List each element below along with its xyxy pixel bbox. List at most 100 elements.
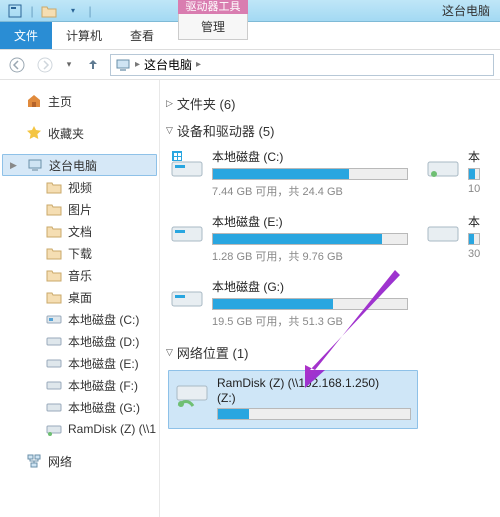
drive-partial-right-2[interactable]: 本 30 — [426, 213, 486, 264]
drive-g[interactable]: 本地磁盘 (G:) 19.5 GB 可用，共 51.3 GB — [170, 278, 408, 329]
sidebar-item-label: 文档 — [68, 223, 92, 240]
drive-stats: 1.28 GB 可用，共 9.76 GB — [212, 248, 408, 264]
sidebar-item-pictures[interactable]: 图片 — [0, 198, 159, 220]
disk-icon — [170, 213, 204, 247]
usage-bar-fill — [213, 169, 349, 179]
sidebar-item-documents[interactable]: 文档 — [0, 220, 159, 242]
sidebar-item-label: 网络 — [48, 453, 72, 470]
sidebar-item-label: 下载 — [68, 245, 92, 262]
drive-label: 本地磁盘 (G:) — [212, 278, 408, 295]
network-icon — [26, 453, 42, 469]
sidebar-item-disk-d[interactable]: 本地磁盘 (D:) — [0, 330, 159, 352]
tab-view[interactable]: 查看 — [116, 22, 168, 49]
qat-dropdown-icon[interactable]: ▾ — [64, 2, 82, 20]
section-folders[interactable]: ▷ 文件夹 (6) — [166, 94, 500, 113]
nav-up-icon[interactable] — [82, 54, 104, 76]
nav-back-icon[interactable] — [6, 54, 28, 76]
sidebar-item-favorites[interactable]: 收藏夹 — [0, 122, 159, 144]
section-label: 文件夹 (6) — [177, 94, 236, 113]
collapse-icon[interactable]: ▷ — [166, 98, 173, 109]
sidebar-item-network[interactable]: 网络 — [0, 450, 159, 472]
breadcrumb-sep-icon[interactable]: ▸ — [196, 59, 201, 70]
disk-icon — [46, 377, 62, 393]
sidebar-item-this-pc[interactable]: ▶ 这台电脑 — [2, 154, 157, 176]
sidebar-item-label: 图片 — [68, 201, 92, 218]
tab-file[interactable]: 文件 — [0, 22, 52, 49]
drive-partial-right-1[interactable]: 本 10 — [426, 148, 486, 199]
usage-bar — [468, 168, 480, 180]
sidebar-item-ramdisk[interactable]: RamDisk (Z) (\\1 — [0, 418, 159, 440]
sidebar-item-disk-c[interactable]: 本地磁盘 (C:) — [0, 308, 159, 330]
drive-label: 本地磁盘 (C:) — [212, 148, 408, 165]
sidebar-item-downloads[interactable]: 下载 — [0, 242, 159, 264]
navigation-pane: 主页 收藏夹 ▶ 这台电脑 视频 图片 文档 下载 音乐 桌面 本地磁盘 (C:… — [0, 80, 160, 517]
tab-computer[interactable]: 计算机 — [52, 22, 116, 49]
sidebar-item-disk-e[interactable]: 本地磁盘 (E:) — [0, 352, 159, 374]
disk-icon — [46, 333, 62, 349]
folder-icon — [46, 201, 62, 217]
sidebar-item-music[interactable]: 音乐 — [0, 264, 159, 286]
sidebar-item-disk-f[interactable]: 本地磁盘 (F:) — [0, 374, 159, 396]
title-bar: | ▾ | 这台电脑 — [0, 0, 500, 22]
disk-icon — [426, 148, 460, 182]
context-tab-header: 驱动器工具 — [178, 0, 248, 14]
usage-bar — [212, 168, 408, 180]
usage-bar — [468, 233, 480, 245]
collapse-icon[interactable]: ▽ — [166, 125, 173, 136]
breadcrumb-sep-icon[interactable]: ▸ — [135, 59, 140, 70]
expand-icon[interactable]: ▶ — [10, 160, 17, 171]
network-drive-ramdisk[interactable]: RamDisk (Z) (\\192.168.1.250) (Z:) — [168, 370, 418, 429]
drive-label: 本地磁盘 (E:) — [212, 213, 408, 230]
drive-e[interactable]: 本地磁盘 (E:) 1.28 GB 可用，共 9.76 GB — [170, 213, 408, 264]
sidebar-item-label: 这台电脑 — [49, 157, 97, 174]
disk-icon — [170, 148, 204, 182]
breadcrumb-location[interactable]: 这台电脑 — [144, 56, 192, 73]
disk-icon — [426, 213, 460, 247]
address-row: ▾ ▸ 这台电脑 ▸ — [0, 50, 500, 80]
sidebar-item-home[interactable]: 主页 — [0, 90, 159, 112]
section-network[interactable]: ▽ 网络位置 (1) — [166, 343, 500, 362]
sidebar-item-desktop[interactable]: 桌面 — [0, 286, 159, 308]
nav-history-dropdown-icon[interactable]: ▾ — [62, 54, 76, 76]
sidebar-item-label: 本地磁盘 (E:) — [68, 355, 139, 372]
tab-manage[interactable]: 管理 — [178, 14, 248, 40]
usage-bar-fill — [213, 299, 333, 309]
qat-separator: | — [30, 2, 34, 20]
usage-bar-fill — [213, 234, 382, 244]
content-area: ▷ 文件夹 (6) ▽ 设备和驱动器 (5) 本地磁盘 (C:) 7.44 GB… — [160, 80, 500, 517]
section-devices[interactable]: ▽ 设备和驱动器 (5) — [166, 121, 500, 140]
netdrive-icon — [46, 421, 62, 437]
sidebar-item-videos[interactable]: 视频 — [0, 176, 159, 198]
disk-icon — [170, 278, 204, 312]
sidebar-item-label: 主页 — [48, 93, 72, 110]
drive-stats: 30 — [468, 248, 486, 260]
netdrive-sub: (Z:) — [217, 391, 411, 405]
netdrive-label: RamDisk (Z) (\\192.168.1.250) — [217, 376, 411, 390]
nav-forward-icon[interactable] — [34, 54, 56, 76]
qat-folder-icon[interactable] — [40, 2, 58, 20]
qat-properties-icon[interactable] — [6, 2, 24, 20]
sidebar-item-label: RamDisk (Z) (\\1 — [68, 422, 156, 436]
pc-icon — [27, 157, 43, 173]
sidebar-item-label: 本地磁盘 (F:) — [68, 377, 138, 394]
sidebar-item-label: 本地磁盘 (C:) — [68, 311, 139, 328]
netdrive-icon — [175, 376, 209, 410]
address-bar[interactable]: ▸ 这台电脑 ▸ — [110, 54, 494, 76]
folder-icon — [46, 223, 62, 239]
disk-icon — [46, 355, 62, 371]
section-label: 网络位置 (1) — [177, 343, 249, 362]
folder-icon — [46, 179, 62, 195]
folder-icon — [46, 245, 62, 261]
qat-separator2: | — [88, 2, 92, 20]
drive-c[interactable]: 本地磁盘 (C:) 7.44 GB 可用，共 24.4 GB — [170, 148, 408, 199]
contextual-tab-group: 驱动器工具 管理 — [178, 0, 248, 40]
disk-icon — [46, 399, 62, 415]
folder-icon — [46, 267, 62, 283]
sidebar-item-label: 音乐 — [68, 267, 92, 284]
sidebar-item-label: 收藏夹 — [48, 125, 84, 142]
collapse-icon[interactable]: ▽ — [166, 347, 173, 358]
star-icon — [26, 125, 42, 141]
ribbon: 文件 计算机 查看 — [0, 22, 500, 50]
sidebar-item-label: 视频 — [68, 179, 92, 196]
sidebar-item-disk-g[interactable]: 本地磁盘 (G:) — [0, 396, 159, 418]
